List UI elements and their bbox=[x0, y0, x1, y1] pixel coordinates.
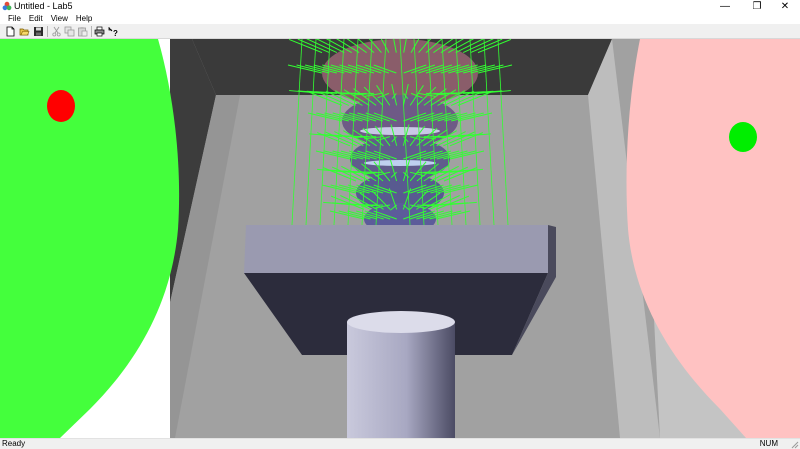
menu-file[interactable]: File bbox=[4, 13, 25, 24]
table-top bbox=[244, 225, 548, 273]
status-text: Ready bbox=[2, 439, 26, 448]
minimize-button[interactable]: — bbox=[710, 0, 740, 13]
resize-grip-icon[interactable] bbox=[790, 440, 799, 449]
app-icon bbox=[2, 1, 12, 11]
help-icon[interactable]: ? bbox=[107, 26, 118, 37]
left-dot bbox=[47, 90, 75, 122]
window-title: Untitled - Lab5 bbox=[14, 1, 73, 11]
cut-icon[interactable] bbox=[51, 26, 62, 37]
toolbar-separator bbox=[47, 26, 48, 37]
menu-view[interactable]: View bbox=[47, 13, 72, 24]
right-dot bbox=[729, 122, 757, 152]
save-icon[interactable] bbox=[33, 26, 44, 37]
close-button[interactable]: ✕ bbox=[770, 0, 800, 13]
toolbar-separator bbox=[91, 26, 92, 37]
pillar-top bbox=[347, 311, 455, 333]
maximize-button[interactable]: ❐ bbox=[742, 0, 772, 13]
menu-edit[interactable]: Edit bbox=[25, 13, 47, 24]
pillar bbox=[347, 322, 455, 438]
new-document-icon[interactable] bbox=[5, 26, 16, 37]
num-lock-indicator: NUM bbox=[759, 439, 778, 448]
title-bar[interactable]: Untitled - Lab5 — ❐ ✕ bbox=[0, 0, 800, 13]
svg-text:?: ? bbox=[113, 29, 118, 37]
print-icon[interactable] bbox=[94, 26, 105, 37]
copy-icon[interactable] bbox=[64, 26, 75, 37]
paste-icon[interactable] bbox=[77, 26, 88, 37]
menu-bar: File Edit View Help bbox=[0, 13, 800, 24]
render-viewport[interactable] bbox=[0, 39, 800, 438]
toolbar: ? bbox=[0, 24, 800, 39]
sphere-ring bbox=[360, 127, 440, 135]
scene-canvas bbox=[0, 39, 800, 438]
open-folder-icon[interactable] bbox=[19, 26, 30, 37]
menu-help[interactable]: Help bbox=[72, 13, 96, 24]
status-bar: Ready NUM bbox=[0, 438, 800, 449]
